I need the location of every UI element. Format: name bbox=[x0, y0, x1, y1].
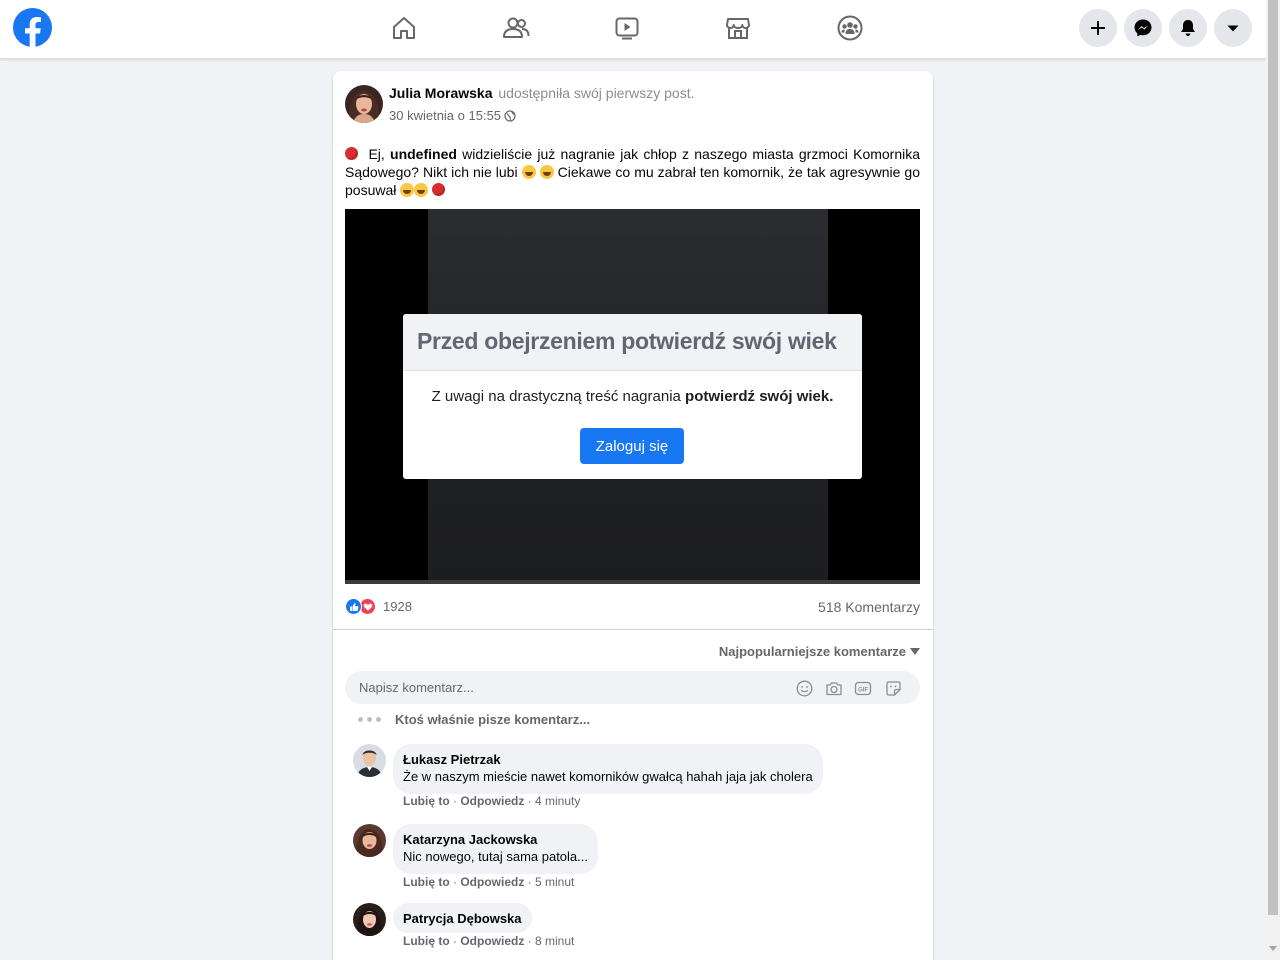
notifications-button[interactable] bbox=[1169, 9, 1207, 47]
typing-indicator: Ktoś właśnie pisze komentarz... bbox=[358, 712, 590, 727]
comment-time[interactable]: 8 minut bbox=[535, 934, 574, 948]
comment-actions: Lubię to · Odpowiedz · 8 minut bbox=[403, 934, 575, 948]
commenter-avatar[interactable] bbox=[353, 903, 386, 936]
reply-link[interactable]: Odpowiedz bbox=[460, 875, 524, 889]
laughing-emoji bbox=[414, 183, 429, 197]
comment-time[interactable]: 5 minut bbox=[535, 875, 574, 889]
reactions-summary[interactable]: 1928 bbox=[345, 598, 412, 615]
page-scrollbar[interactable] bbox=[1266, 0, 1280, 960]
comment-actions: Lubię to · Odpowiedz · 4 minuty bbox=[403, 794, 581, 808]
author-avatar[interactable] bbox=[345, 85, 383, 123]
video-player[interactable]: Przed obejrzeniem potwierdź swój wiek Z … bbox=[345, 209, 920, 584]
commenter-avatar[interactable] bbox=[353, 744, 386, 777]
caret-down-icon bbox=[910, 648, 920, 655]
post-text-part1: Ej, bbox=[368, 146, 385, 162]
scroll-down-arrow[interactable] bbox=[1269, 946, 1277, 951]
author-name[interactable]: Julia Morawska bbox=[389, 85, 493, 101]
laughing-emoji bbox=[539, 165, 554, 179]
bell-icon bbox=[1181, 20, 1195, 36]
age-dialog-message-prefix: Z uwagi na drastyczną treść nagrania bbox=[431, 388, 681, 405]
sticker-icon[interactable] bbox=[884, 679, 902, 697]
comment-actions: Lubię to · Odpowiedz · 5 minut bbox=[403, 875, 575, 889]
account-menu-button[interactable] bbox=[1214, 9, 1252, 47]
age-dialog-message: Z uwagi na drastyczną treść nagrania pot… bbox=[403, 388, 862, 405]
marketplace-icon[interactable] bbox=[722, 12, 754, 44]
reply-link[interactable]: Odpowiedz bbox=[460, 934, 524, 948]
comment-bubble: Patrycja Dębowska bbox=[393, 903, 532, 933]
video-progress-bar[interactable] bbox=[345, 580, 920, 584]
comment-bubble: Łukasz Pietrzak Że w naszym mieście nawe… bbox=[393, 744, 823, 794]
post-text: Ej, undefined widzieliście już nagranie … bbox=[345, 145, 920, 199]
commenter-name[interactable]: Łukasz Pietrzak bbox=[403, 751, 813, 768]
watch-icon[interactable] bbox=[611, 12, 643, 44]
like-link[interactable]: Lubię to bbox=[403, 934, 450, 948]
friends-icon[interactable] bbox=[500, 12, 532, 44]
like-link[interactable]: Lubię to bbox=[403, 875, 450, 889]
reply-link[interactable]: Odpowiedz bbox=[460, 794, 524, 808]
comment-time[interactable]: 4 minuty bbox=[535, 794, 580, 808]
emoji-icon[interactable] bbox=[795, 679, 813, 697]
age-dialog-message-bold: potwierdź swój wiek. bbox=[685, 388, 834, 405]
facebook-logo[interactable] bbox=[13, 8, 52, 47]
post-text-bold: undefined bbox=[390, 146, 457, 162]
sort-label: Najpopularniejsze komentarze bbox=[718, 644, 906, 659]
age-verification-dialog: Przed obejrzeniem potwierdź swój wiek Z … bbox=[403, 314, 862, 479]
commenter-name[interactable]: Katarzyna Jackowska bbox=[403, 831, 588, 848]
svg-text:GIF: GIF bbox=[858, 687, 868, 693]
home-icon[interactable] bbox=[388, 12, 420, 44]
post-timestamp[interactable]: 30 kwietnia o 15:55 bbox=[389, 108, 516, 123]
caret-down-icon bbox=[1227, 25, 1239, 32]
comment-input[interactable] bbox=[359, 671, 779, 704]
comment-text: Że w naszym mieście nawet komorników gwa… bbox=[403, 769, 813, 784]
globe-icon bbox=[504, 109, 516, 122]
top-navigation-bar bbox=[0, 0, 1266, 59]
divider bbox=[333, 629, 933, 630]
commenter-name[interactable]: Patrycja Dębowska bbox=[403, 910, 522, 927]
scrollbar-thumb[interactable] bbox=[1268, 0, 1278, 915]
comment-composer: GIF bbox=[345, 671, 920, 704]
like-link[interactable]: Lubię to bbox=[403, 794, 450, 808]
comment-text: Nic nowego, tutaj sama patola... bbox=[403, 849, 588, 864]
post-card: Julia Morawska udostępniła swój pierwszy… bbox=[333, 71, 933, 960]
age-dialog-title: Przed obejrzeniem potwierdź swój wiek bbox=[403, 314, 862, 371]
commenter-avatar[interactable] bbox=[353, 824, 386, 857]
typing-text: Ktoś właśnie pisze komentarz... bbox=[395, 712, 591, 727]
typing-dots-icon bbox=[358, 717, 381, 722]
laughing-emoji bbox=[400, 183, 415, 197]
comment-sort-dropdown[interactable]: Najpopularniejsze komentarze bbox=[719, 644, 920, 659]
messenger-button[interactable] bbox=[1124, 9, 1162, 47]
reaction-count: 1928 bbox=[383, 599, 412, 614]
red-circle-emoji bbox=[432, 183, 446, 196]
post-header: Julia Morawska udostępniła swój pierwszy… bbox=[389, 85, 695, 101]
messenger-icon bbox=[1134, 19, 1152, 37]
create-button[interactable] bbox=[1079, 9, 1117, 47]
login-button[interactable]: Zaloguj się bbox=[580, 428, 684, 464]
camera-icon[interactable] bbox=[825, 679, 843, 697]
laughing-emoji bbox=[521, 165, 536, 179]
post-time-text: 30 kwietnia o 15:55 bbox=[389, 108, 502, 123]
comments-count-link[interactable]: 518 Komentarzy bbox=[818, 599, 920, 615]
post-action-text: udostępniła swój pierwszy post. bbox=[498, 85, 695, 101]
plus-icon bbox=[1091, 21, 1105, 35]
comment-bubble: Katarzyna Jackowska Nic nowego, tutaj sa… bbox=[393, 824, 598, 874]
groups-icon[interactable] bbox=[834, 12, 866, 44]
red-circle-emoji bbox=[345, 147, 358, 160]
like-reaction-icon bbox=[345, 598, 362, 615]
gif-icon[interactable]: GIF bbox=[854, 679, 872, 697]
